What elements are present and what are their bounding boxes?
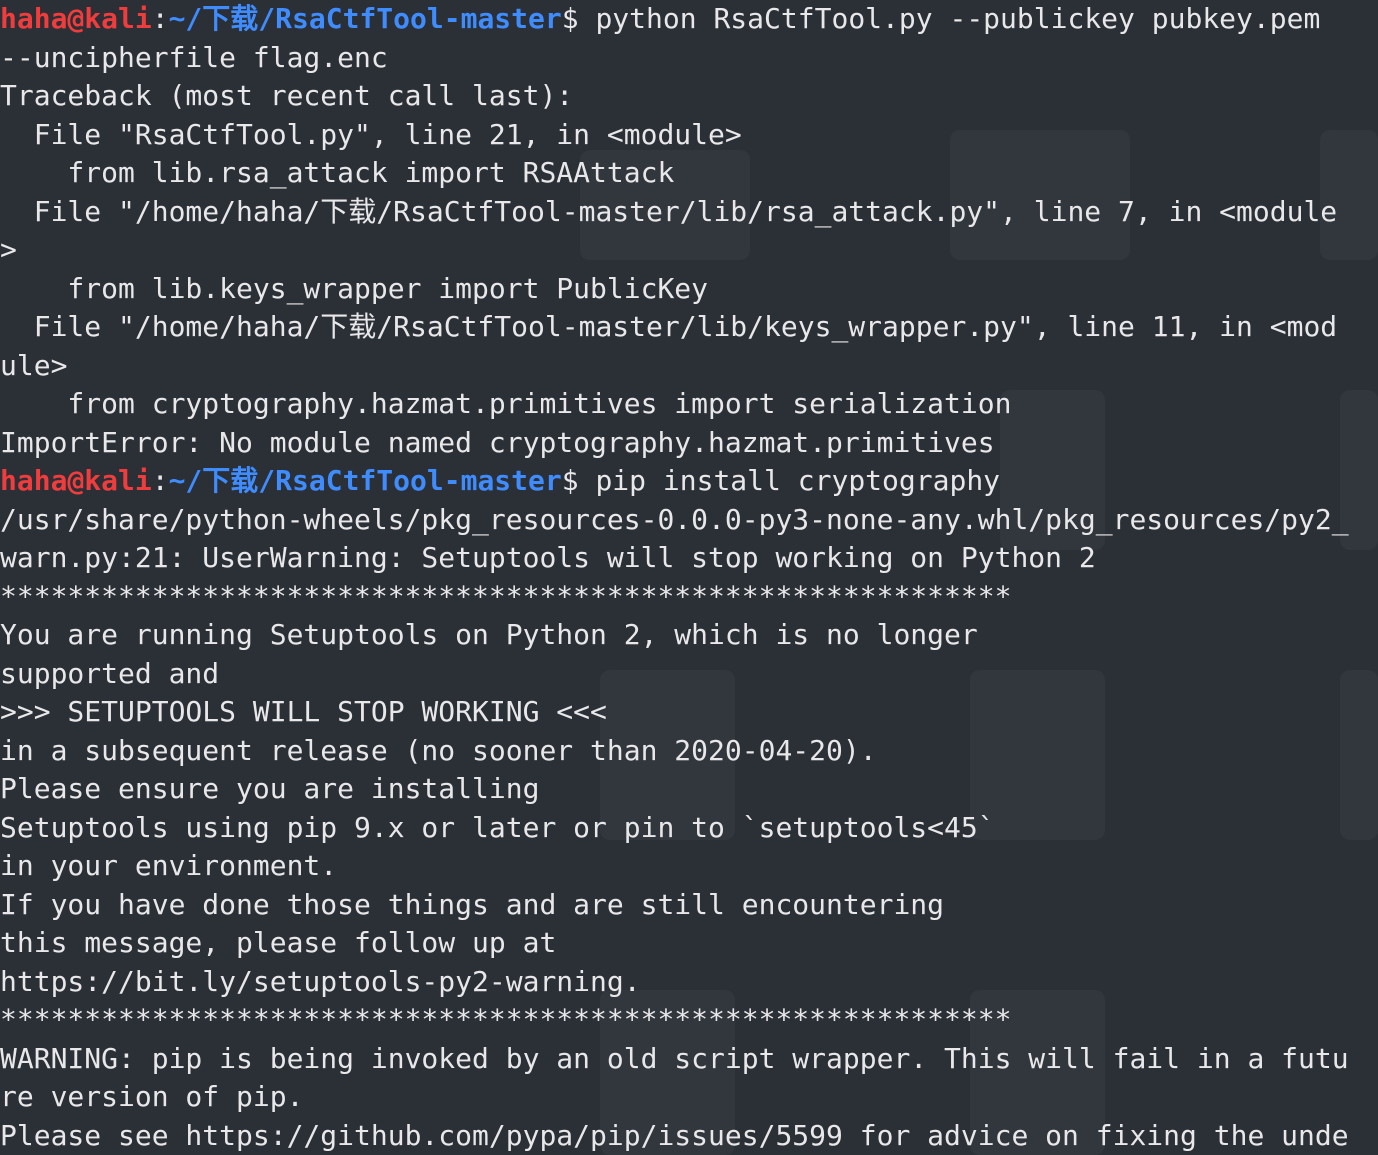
output-line: from cryptography.hazmat.primitives impo…	[0, 387, 1012, 420]
prompt-symbol: $	[561, 464, 579, 497]
prompt-path: ~/下载/RsaCtfTool-master	[168, 2, 562, 35]
output-line: ****************************************…	[0, 1003, 1012, 1036]
output-line: >>> SETUPTOOLS WILL STOP WORKING <<<	[0, 695, 607, 728]
output-line: WARNING: pip is being invoked by an old …	[0, 1041, 1349, 1075]
output-line: File "/home/haha/下载/RsaCtfTool-master/li…	[0, 194, 1338, 228]
prompt-line: haha@kali:~/下载/RsaCtfTool-master$ pip in…	[0, 462, 1378, 501]
output-line: warn.py:21: UserWarning: Setuptools will…	[0, 541, 1096, 574]
prompt-colon: :	[151, 2, 169, 35]
output-line: --uncipherfile flag.enc	[0, 40, 388, 74]
output-line: Traceback (most recent call last):	[0, 79, 574, 112]
prompt-symbol: $	[561, 2, 579, 35]
output-line: from lib.keys_wrapper import PublicKey	[0, 271, 709, 305]
output-line: from lib.rsa_attack import RSAAttack	[0, 156, 675, 189]
prompt-user: haha@kali	[0, 2, 152, 35]
prompt-colon: :	[151, 464, 169, 497]
command-text: pip install cryptography	[578, 464, 1001, 497]
output-line: If you have done those things and are st…	[0, 887, 945, 921]
output-line: ImportError: No module named cryptograph…	[0, 425, 995, 459]
command-text: python RsaCtfTool.py --publickey pubkey.…	[578, 2, 1321, 35]
output-line: supported and	[0, 656, 220, 690]
output-line: re version of pip.	[0, 1080, 304, 1113]
prompt-path: ~/下载/RsaCtfTool-master	[168, 464, 562, 497]
prompt-line: haha@kali:~/下载/RsaCtfTool-master$ python…	[0, 0, 1378, 39]
output-line: in a subsequent release (no sooner than …	[0, 733, 877, 767]
output-line: https://bit.ly/setuptools-py2-warning.	[0, 964, 641, 998]
terminal-output: haha@kali:~/下载/RsaCtfTool-master$ python…	[0, 0, 1378, 1155]
output-line: ****************************************…	[0, 579, 1012, 613]
output-line: >	[0, 233, 17, 266]
output-line: ule>	[0, 348, 68, 382]
output-line: in your environment.	[0, 849, 338, 882]
output-line: Please see https://github.com/pypa/pip/i…	[0, 1118, 1349, 1152]
output-line: Please ensure you are installing	[0, 772, 540, 805]
output-line: You are running Setuptools on Python 2, …	[0, 618, 978, 651]
output-line: File "/home/haha/下载/RsaCtfTool-master/li…	[0, 310, 1338, 343]
output-line: /usr/share/python-wheels/pkg_resources-0…	[0, 502, 1349, 536]
prompt-user: haha@kali	[0, 464, 152, 497]
output-line: Setuptools using pip 9.x or later or pin…	[0, 810, 995, 844]
output-line: this message, please follow up at	[0, 926, 557, 959]
terminal-window[interactable]: haha@kali:~/下载/RsaCtfTool-master$ python…	[0, 0, 1378, 1155]
output-line: File "RsaCtfTool.py", line 21, in <modul…	[0, 117, 742, 151]
